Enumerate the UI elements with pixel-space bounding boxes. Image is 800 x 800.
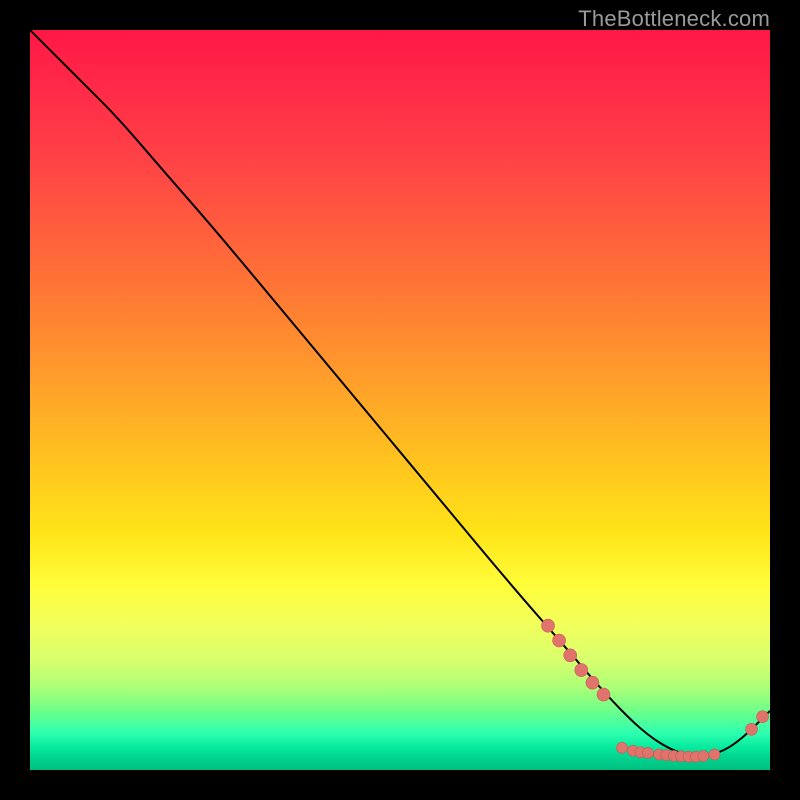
plot-area [30,30,770,770]
watermark-text: TheBottleneck.com [578,6,770,32]
chart-stage: TheBottleneck.com [0,0,800,800]
